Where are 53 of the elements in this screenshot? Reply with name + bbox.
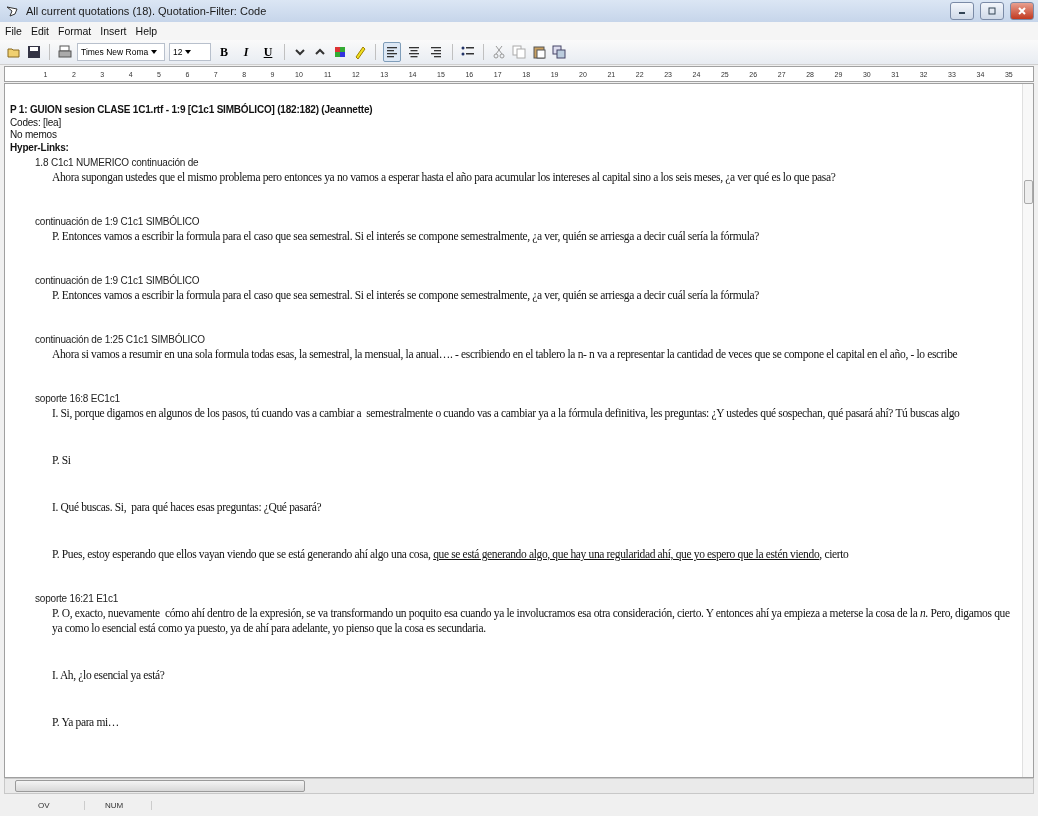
link-label: soporte 16:8 EC1c1 — [35, 392, 121, 406]
quotation-paragraph: P. O, exacto, nuevamente cómo ahí dentro de la expresión, se va transformando un poquito esa cuando ya le involucramos esa otra consideración, cierto. Y entonces ahí ya empieza a meterse la cosa de lan. Pero, digamos que ya como lo esencial está como ya puesto, ya de ahí para adelante, yo pienso que la cosa es secundaria. — [52, 606, 1011, 636]
font-dropdown[interactable]: Times New Roma — [77, 43, 165, 61]
menu-item[interactable]: File — [5, 25, 22, 37]
caret-icon — [185, 50, 192, 54]
quotation-title: P 1: GUION sesion CLASE 1C1.rtf - 1:9 [C1c1 SIMBÓLICO] (182:182) (Jeannette) — [10, 104, 374, 117]
quotation-paragraph: P. Ya para mi… — [52, 715, 120, 730]
underline-button[interactable]: U — [259, 42, 277, 62]
quotation-paragraph: P. Si — [52, 453, 72, 468]
hyperlinks-heading: Hyper-Links: — [10, 141, 70, 154]
quotation-paragraph: I. Ah, ¿lo esencial ya está? — [52, 668, 166, 683]
quotation-paragraph: P. Entonces vamos a escribir la formula para el caso que sea semestral. Si el interés se compone semestralmente, ¿a ver, quién se arriesga a decir cuál sería la fórmula? — [52, 229, 761, 244]
menu-item[interactable]: Edit — [30, 25, 49, 37]
link-label: continuación de 1:9 C1c1 SIMBÓLICO — [35, 215, 201, 229]
minimize-button[interactable] — [950, 2, 974, 20]
documents-icon[interactable] — [551, 44, 567, 60]
link-label: 1.8 C1c1 NUMERICO continuación de — [35, 156, 200, 170]
menu-item[interactable]: Format — [58, 25, 92, 37]
menu-item[interactable]: Help — [135, 25, 158, 37]
menu-item[interactable]: Insert — [100, 25, 127, 37]
text-align-icon — [386, 46, 398, 58]
codes-line: Codes: [lea] — [10, 116, 62, 129]
font-size-dropdown[interactable]: 12 — [169, 43, 211, 61]
link-label: soporte 16:21 E1c1 — [35, 592, 120, 606]
memos-line: No memos — [10, 129, 58, 142]
paste-icon[interactable] — [531, 44, 547, 60]
window-title: All current quotations (18). Quotation-Filter: Code — [26, 5, 268, 17]
status-indicator: OV — [18, 800, 85, 810]
status-indicator: NUM — [85, 800, 152, 810]
quotation-paragraph: P. Entonces vamos a escribir la formula para el caso que sea semestral. Si el interés se compone semestralmente, ¿a ver, quién se arriesga a decir cuál sería la fórmula? — [52, 288, 761, 303]
quotation-paragraph: I. Si, porque digamos en algunos de los pasos, tú cuando vas a cambiar a semestralmente o cuando vas a cambiar ya a la fórmula definitiva, les preguntas: ¿Y ustedes qué sospechan, qué pasará ahí? Tú buscas algo — [52, 406, 961, 421]
link-label: continuación de 1:25 C1c1 SIMBÓLICO — [35, 333, 206, 347]
text-align-icon — [430, 46, 442, 58]
save-icon[interactable] — [26, 44, 42, 60]
bold-button[interactable]: B — [215, 42, 233, 62]
align-left-button[interactable] — [383, 42, 401, 62]
horizontal-scrollbar[interactable] — [4, 778, 1034, 794]
maximize-button[interactable] — [980, 2, 1004, 20]
text-align-icon — [408, 46, 420, 58]
quotation-paragraph: Ahora si vamos a resumir en una sola formula todas esas, la semestral, la mensual, la anual…. - escribiendo en el tablero la n- n va a representar la cantidad de veces que se compone el capital en el año, - lo escribe — [52, 347, 959, 362]
close-icon — [1018, 7, 1026, 15]
italic-button[interactable]: I — [237, 42, 255, 62]
quotation-paragraph: I. Qué buscas. Si, para qué haces esas preguntas: ¿Qué pasará? — [52, 500, 323, 515]
hand-pointer-icon — [4, 3, 20, 19]
color-palette-icon[interactable] — [332, 44, 348, 60]
quotation-paragraph: Ahora supongan ustedes que el mismo problema pero entonces ya no vamos a esperar hasta el año para acumular los intereses al capital sino a los seis meses, ¿a ver qué es lo que pasa? — [52, 170, 837, 185]
link-label: continuación de 1:9 C1c1 SIMBÓLICO — [35, 274, 201, 288]
caret-icon — [151, 50, 158, 54]
vertical-scrollbar[interactable] — [1022, 84, 1033, 777]
print-icon[interactable] — [57, 44, 73, 60]
quotation-paragraph: P. Pues, estoy esperando que ellos vayan viendo que se está generando ahí algo una cosa, que se está generando algo, que hay una regularidad ahí, que yo espero que la estén viendo, cierto — [52, 547, 850, 562]
maximize-icon — [988, 7, 996, 15]
close-button[interactable] — [1010, 2, 1034, 20]
